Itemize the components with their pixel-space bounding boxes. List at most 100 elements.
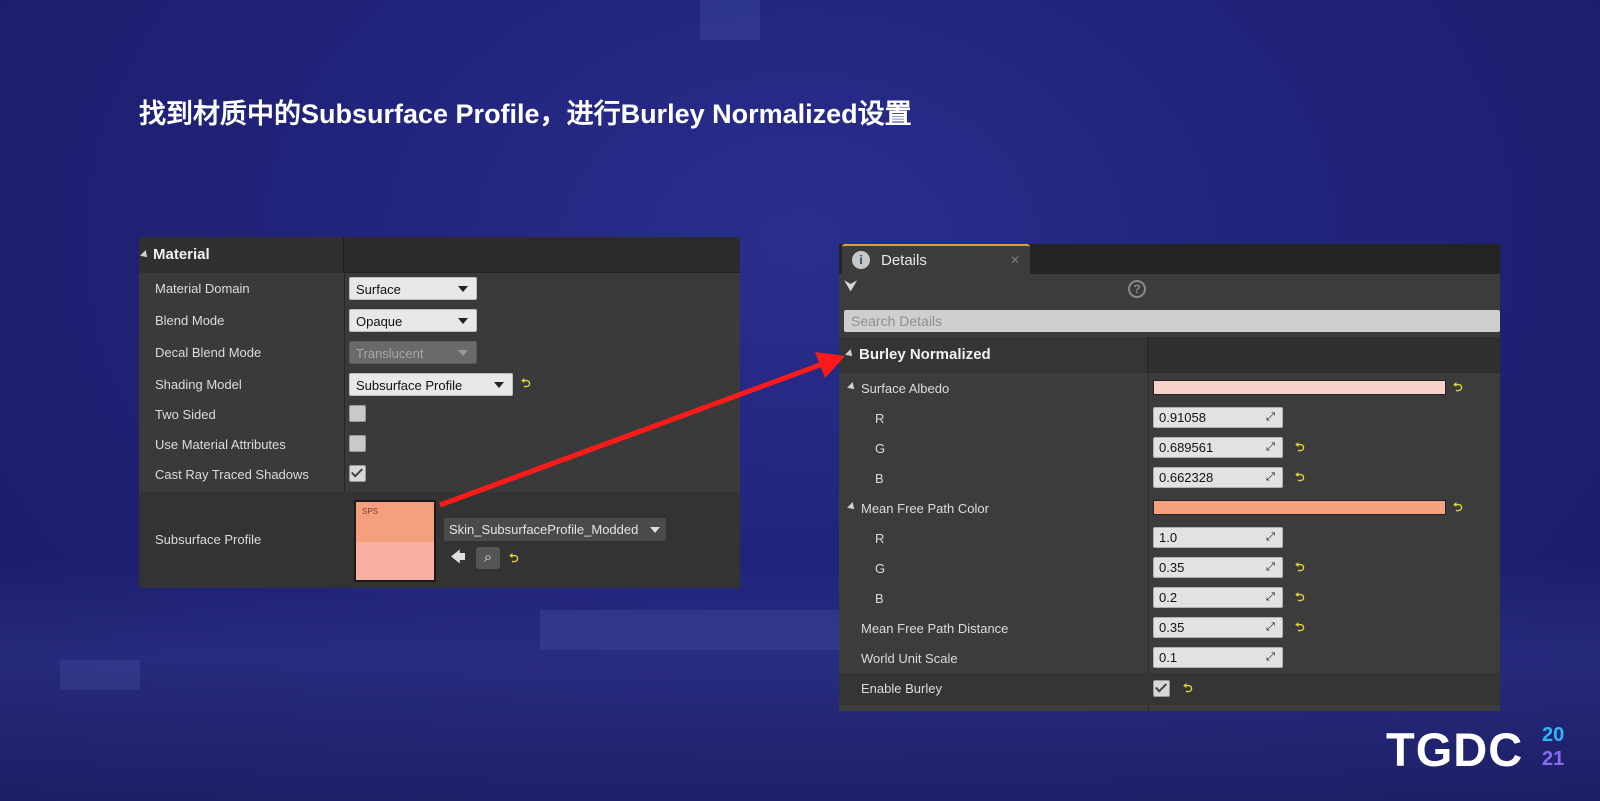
- channel-b-label: B: [875, 471, 884, 486]
- mean-free-path-r-input[interactable]: 1.0 ⤢: [1153, 527, 1283, 548]
- mean-free-path-b-value: 0.2: [1159, 590, 1178, 605]
- thumbnail-tag: SPS: [362, 507, 379, 516]
- world-unit-scale-label: World Unit Scale: [861, 651, 958, 666]
- chevron-down-icon: [458, 350, 468, 356]
- expand-arrows-icon: ⤢: [1266, 471, 1275, 483]
- use-material-attributes-label: Use Material Attributes: [155, 437, 286, 452]
- row-surface-albedo-g: G 0.689561 ⤢ ⮌: [839, 433, 1500, 463]
- surface-albedo-g-value: 0.689561: [1159, 440, 1214, 455]
- mean-free-path-color-swatch[interactable]: [1153, 500, 1446, 515]
- row-mean-free-path-distance: Mean Free Path Distance 0.35 ⤢ ⮌: [839, 613, 1500, 643]
- material-domain-dropdown[interactable]: Surface: [349, 277, 477, 300]
- reset-to-default-icon[interactable]: ⮌: [1295, 561, 1306, 573]
- row-surface-albedo-r: R 0.91058 ⤢: [839, 403, 1500, 433]
- help-icon[interactable]: ?: [1128, 280, 1146, 298]
- mean-free-path-distance-label: Mean Free Path Distance: [861, 621, 1009, 636]
- row-material-domain: Material Domain Surface: [139, 273, 740, 303]
- search-details-input[interactable]: Search Details: [844, 310, 1500, 332]
- channel-r-label: R: [875, 411, 885, 426]
- subsurface-profile-thumbnail[interactable]: SPS: [354, 500, 436, 582]
- row-two-sided: Two Sided: [139, 399, 740, 429]
- details-tab-bar: i Details ✕: [839, 244, 1500, 274]
- mean-free-path-color-label: Mean Free Path Color: [861, 501, 989, 516]
- reset-to-default-icon[interactable]: ⮌: [1453, 381, 1464, 393]
- decal-blend-mode-dropdown: Translucent: [349, 341, 477, 364]
- logo-text: TGDC: [1386, 723, 1524, 776]
- row-mean-free-path-g: G 0.35 ⤢ ⮌: [839, 553, 1500, 583]
- expand-triangle-icon[interactable]: [847, 502, 857, 512]
- shading-model-value: Subsurface Profile: [356, 378, 463, 393]
- reset-to-default-icon[interactable]: ⮌: [1453, 501, 1464, 513]
- burley-normalized-category[interactable]: Burley Normalized: [839, 337, 1500, 373]
- world-unit-scale-input[interactable]: 0.1 ⤢: [1153, 647, 1283, 668]
- reset-to-default-icon[interactable]: ⮌: [1295, 591, 1306, 603]
- channel-b-label: B: [875, 591, 884, 606]
- row-use-material-attributes: Use Material Attributes: [139, 429, 740, 459]
- row-decal-blend-mode: Decal Blend Mode Translucent: [139, 337, 740, 367]
- use-selected-arrow-icon[interactable]: 🡄: [446, 547, 470, 569]
- surface-albedo-r-value: 0.91058: [1159, 410, 1206, 425]
- surface-albedo-label: Surface Albedo: [861, 381, 950, 396]
- surface-albedo-b-input[interactable]: 0.662328 ⤢: [1153, 467, 1283, 488]
- details-toolbar: ⮟ ?: [839, 274, 1500, 304]
- decal-blend-mode-value: Translucent: [356, 346, 424, 361]
- shading-model-dropdown[interactable]: Subsurface Profile: [349, 373, 513, 396]
- material-category-title: Material: [140, 246, 210, 263]
- reset-to-default-icon[interactable]: ⮌: [1295, 621, 1306, 633]
- row-cast-ray-traced-shadows: Cast Ray Traced Shadows: [139, 459, 740, 489]
- logo-year-bottom: 21: [1542, 748, 1565, 770]
- close-icon[interactable]: ✕: [1010, 253, 1020, 267]
- surface-albedo-color-swatch[interactable]: [1153, 380, 1446, 395]
- blend-mode-value: Opaque: [356, 314, 403, 329]
- background-bar: [700, 0, 760, 40]
- row-mean-free-path-r: R 1.0 ⤢: [839, 523, 1500, 553]
- surface-albedo-g-input[interactable]: 0.689561 ⤢: [1153, 437, 1283, 458]
- mean-free-path-g-value: 0.35: [1159, 560, 1185, 575]
- chevron-down-icon: [494, 382, 504, 388]
- blend-mode-label: Blend Mode: [155, 313, 225, 328]
- reset-to-default-icon[interactable]: ⮌: [509, 552, 520, 564]
- material-category-header[interactable]: Material: [139, 237, 740, 273]
- chevron-down-icon: [458, 286, 468, 292]
- mean-free-path-b-input[interactable]: 0.2 ⤢: [1153, 587, 1283, 608]
- mean-free-path-distance-input[interactable]: 0.35 ⤢: [1153, 617, 1283, 638]
- browse-magnifier-icon[interactable]: ⌕: [476, 547, 500, 569]
- surface-albedo-r-input[interactable]: 0.91058 ⤢: [1153, 407, 1283, 428]
- two-sided-checkbox[interactable]: [349, 405, 366, 422]
- thumbnail-bottom: [356, 542, 434, 580]
- checkmark-icon: [1154, 680, 1168, 693]
- expand-triangle-icon[interactable]: [847, 382, 857, 392]
- use-material-attributes-checkbox[interactable]: [349, 435, 366, 452]
- chevron-down-icon: [650, 527, 660, 533]
- enable-burley-checkbox[interactable]: [1153, 680, 1170, 697]
- expand-arrows-icon: ⤢: [1266, 411, 1275, 423]
- subsurface-profile-asset-dropdown[interactable]: Skin_SubsurfaceProfile_Modded: [444, 518, 666, 541]
- reset-to-default-icon[interactable]: ⮌: [521, 377, 532, 389]
- reset-to-default-icon[interactable]: ⮌: [1295, 471, 1306, 483]
- row-surface-albedo: Surface Albedo ⮌: [839, 373, 1500, 403]
- reset-to-default-icon[interactable]: ⮌: [1295, 441, 1306, 453]
- expand-arrows-icon: ⤢: [1266, 441, 1275, 453]
- mean-free-path-r-value: 1.0: [1159, 530, 1178, 545]
- cast-ray-traced-shadows-checkbox[interactable]: [349, 465, 366, 482]
- blend-mode-dropdown[interactable]: Opaque: [349, 309, 477, 332]
- material-domain-label: Material Domain: [155, 281, 250, 296]
- details-panel: i Details ✕ ⮟ ? Search Details Burley No…: [839, 244, 1500, 711]
- enable-burley-label: Enable Burley: [861, 681, 942, 696]
- mean-free-path-distance-value: 0.35: [1159, 620, 1185, 635]
- checkmark-icon: [350, 465, 364, 478]
- channel-g-label: G: [875, 561, 886, 576]
- material-panel: Material Material Domain Surface Blend M…: [139, 237, 740, 588]
- lock-chevron-icon[interactable]: ⮟: [844, 278, 858, 296]
- expand-arrows-icon: ⤢: [1266, 591, 1275, 603]
- material-domain-value: Surface: [356, 282, 401, 297]
- info-icon: i: [852, 251, 870, 269]
- tab-details[interactable]: i Details ✕: [842, 244, 1030, 274]
- slide-title: 找到材质中的Subsurface Profile，进行Burley Normal…: [139, 99, 912, 129]
- background-bar: [60, 660, 140, 690]
- expand-arrows-icon: ⤢: [1266, 621, 1275, 633]
- reset-to-default-icon[interactable]: ⮌: [1183, 682, 1194, 694]
- mean-free-path-g-input[interactable]: 0.35 ⤢: [1153, 557, 1283, 578]
- burley-normalized-label: Burley Normalized: [859, 346, 991, 363]
- row-blend-mode: Blend Mode Opaque: [139, 305, 740, 335]
